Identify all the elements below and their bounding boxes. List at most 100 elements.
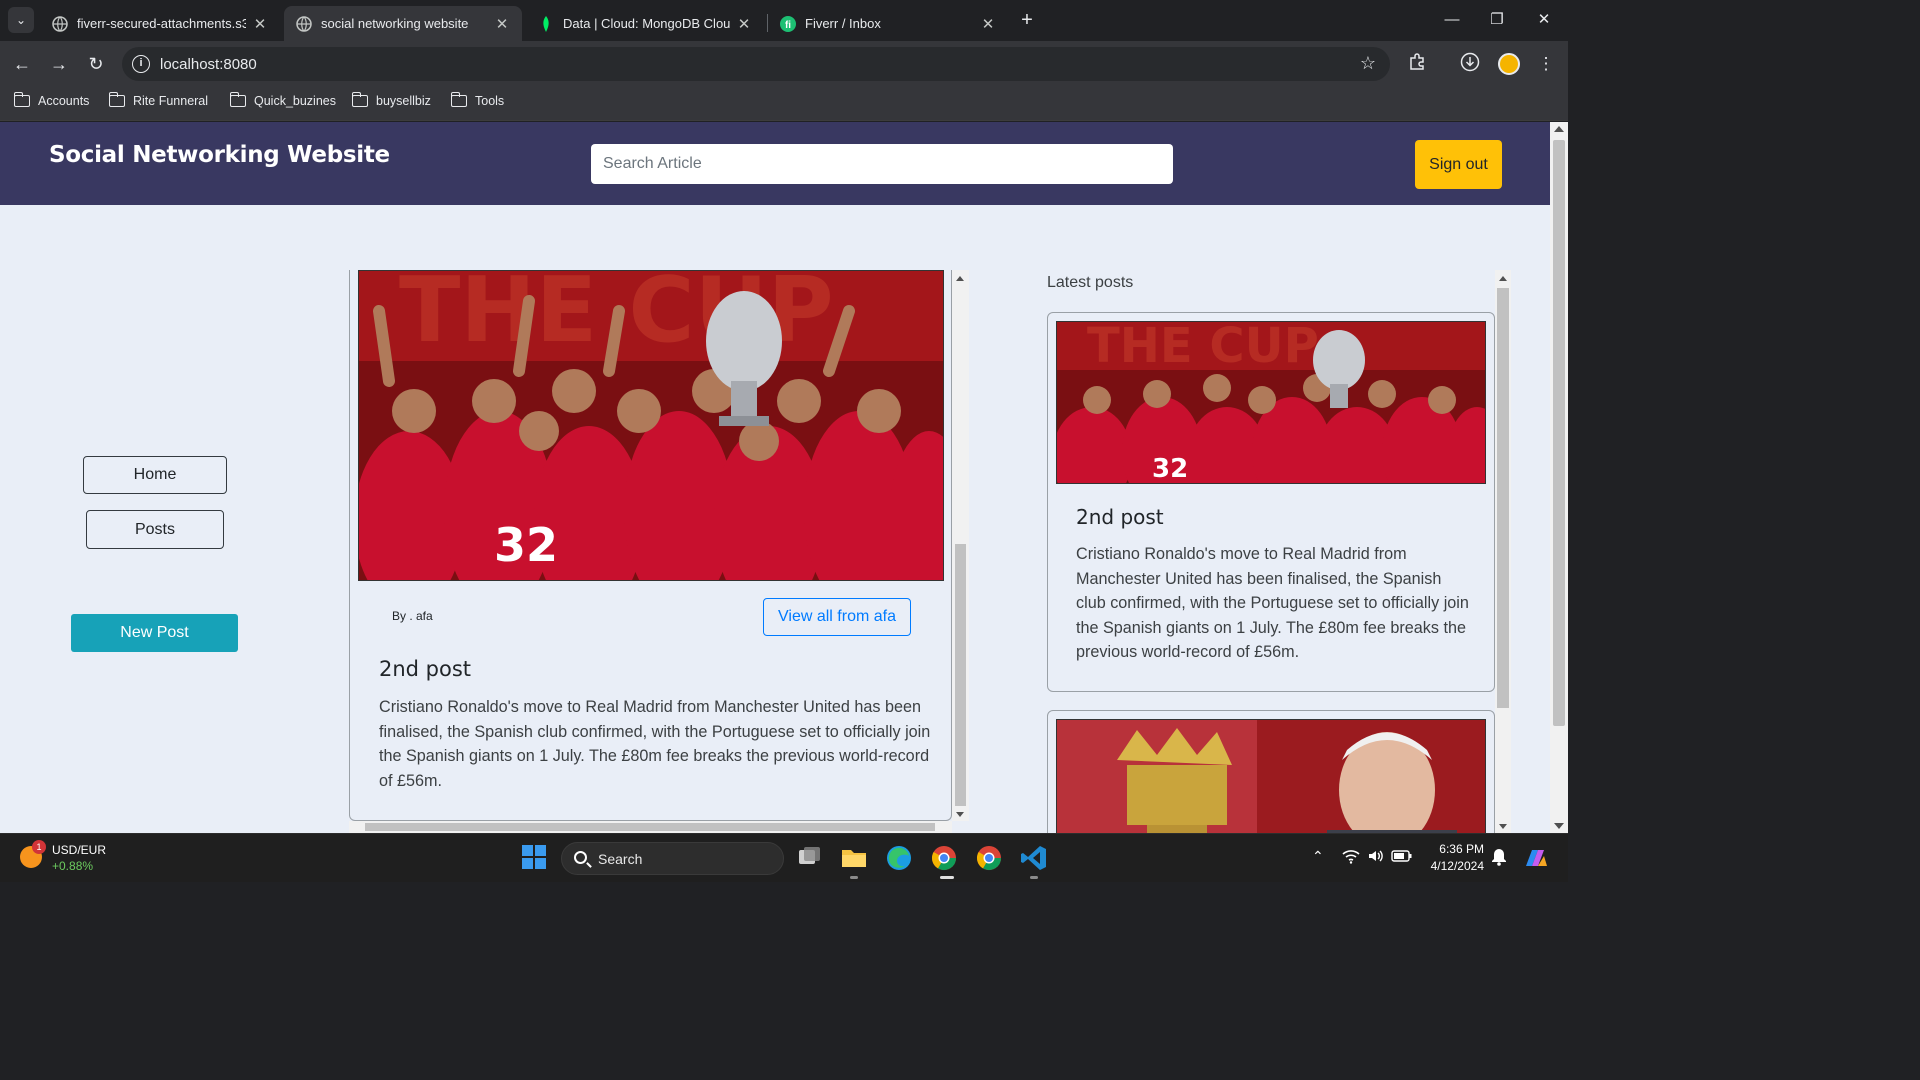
chevron-up-icon[interactable]: ⌃ [1312,848,1324,865]
taskbar-search-box[interactable]: Search [561,842,784,875]
minimize-icon[interactable]: — [1440,8,1464,32]
scroll-up-arrow-icon[interactable] [1554,126,1564,132]
posts-button[interactable]: Posts [86,510,224,549]
address-bar[interactable]: i localhost:8080 ☆ [122,47,1390,81]
restore-icon[interactable]: ❐ [1485,8,1509,32]
svg-text:32: 32 [1152,454,1188,484]
scrollbar-thumb[interactable] [1497,288,1509,708]
tab-fiverr-attachments[interactable]: fiverr-secured-attachments.s3. ✕ [40,6,280,41]
tab-mongodb-cloud[interactable]: Data | Cloud: MongoDB Cloud ✕ [526,6,764,41]
download-icon[interactable] [1458,52,1482,76]
extensions-puzzle-icon[interactable] [1405,52,1429,76]
scroll-up-arrow-icon[interactable] [956,276,964,281]
forward-arrow-icon[interactable]: → [46,51,72,77]
task-view-icon[interactable] [796,844,824,872]
folder-icon [351,92,368,107]
taskbar-search-label: Search [598,851,643,867]
windows-taskbar: 1 USD/EUR +0.88% Search ⌃ 6:36 PM 4/12/2… [0,833,1568,882]
page-viewport: Social Networking Website Sign out Home … [0,122,1568,833]
profile-avatar[interactable] [1498,53,1520,75]
fiverr-icon: fi [780,15,796,32]
folder-icon [229,92,246,107]
close-icon[interactable]: ✕ [980,15,996,33]
svg-text:THE CUP: THE CUP [1087,322,1319,374]
scrollbar-thumb[interactable] [1553,140,1565,726]
address-url[interactable]: localhost:8080 [160,56,257,73]
bookmark-star-icon[interactable]: ☆ [1360,53,1376,74]
bookmark-accounts[interactable]: Accounts [13,92,89,108]
latest-vertical-scrollbar[interactable] [1495,270,1511,833]
site-info-icon[interactable]: i [132,55,150,73]
bookmark-label: buysellbiz [376,94,431,108]
globe-icon [296,15,312,32]
battery-icon[interactable] [1391,848,1413,867]
close-icon[interactable]: ✕ [736,15,752,33]
copilot-icon[interactable] [1522,846,1548,873]
active-indicator [940,876,954,879]
post-image: THE CUP [358,270,944,581]
search-article-input[interactable] [591,144,1173,184]
running-indicator [850,876,858,879]
bookmark-label: Quick_buzines [254,94,336,108]
latest-post-card[interactable]: THE CUP 32 2nd post Cristiano Ronaldo's … [1047,312,1495,692]
chrome-icon[interactable] [930,844,958,872]
tab-social-networking[interactable]: social networking website ✕ [284,6,522,41]
close-icon[interactable]: ✕ [252,15,268,33]
close-icon[interactable]: ✕ [494,15,510,33]
latest-post-body: Cristiano Ronaldo's move to Real Madrid … [1076,545,1469,661]
scroll-down-arrow-icon[interactable] [1499,824,1507,829]
new-tab-plus-icon[interactable]: + [1016,9,1038,31]
tab-search-menu-button[interactable]: ⌄ [8,7,34,33]
view-all-from-author-button[interactable]: View all from afa [763,598,911,636]
search-icon [574,851,587,864]
vscode-icon[interactable] [1020,844,1048,872]
bookmark-tools[interactable]: Tools [450,92,504,108]
ticker-change: +0.88% [52,859,94,873]
svg-text:32: 32 [494,518,558,572]
post-byline: By . afa [392,609,433,623]
site-navbar: Social Networking Website Sign out [0,122,1550,205]
reload-icon[interactable]: ↻ [83,51,109,77]
new-post-button[interactable]: New Post [71,614,238,652]
clock-time[interactable]: 6:36 PM [1438,842,1484,856]
post-title: 2nd post [379,657,472,681]
folder-icon [108,92,125,107]
tab-title: Data | Cloud: MongoDB Cloud [563,16,730,31]
latest-posts-panel: Latest posts THE CUP 32 2nd post Cristia… [1047,270,1511,833]
back-arrow-icon[interactable]: ← [9,51,35,77]
folder-icon [13,92,30,107]
notification-bell-icon[interactable] [1491,848,1507,869]
latest-post-card[interactable] [1047,710,1495,833]
bookmark-rite-funneral[interactable]: Rite Funneral [108,92,208,108]
wifi-icon[interactable] [1342,848,1360,867]
scroll-down-arrow-icon[interactable] [956,812,964,817]
chrome-profile-icon[interactable] [975,844,1003,872]
window-close-icon[interactable]: ✕ [1532,8,1556,32]
scrollbar-thumb[interactable] [955,544,966,806]
bookmark-buysellbiz[interactable]: buysellbiz [351,92,431,108]
scroll-down-arrow-icon[interactable] [1554,823,1564,829]
windows-start-icon[interactable] [521,844,549,872]
sign-out-button[interactable]: Sign out [1415,140,1502,189]
ticker-name[interactable]: USD/EUR [52,843,106,857]
clock-date[interactable]: 4/12/2024 [1426,859,1484,873]
feed-horizontal-scrollbar[interactable] [349,821,952,833]
scroll-up-arrow-icon[interactable] [1499,276,1507,281]
tab-fiverr-inbox[interactable]: fi Fiverr / Inbox ✕ [768,6,1008,41]
post-card: THE CUP [349,270,952,821]
svg-text:fi: fi [785,20,791,31]
file-explorer-icon[interactable] [840,844,868,872]
latest-posts-heading: Latest posts [1047,274,1134,291]
page-vertical-scrollbar[interactable] [1550,122,1568,833]
home-button[interactable]: Home [83,456,227,494]
globe-icon [52,15,68,32]
bookmark-quick-buzines[interactable]: Quick_buzines [229,92,336,108]
site-brand[interactable]: Social Networking Website [49,142,390,168]
more-menu-icon[interactable]: ⋮ [1534,52,1558,76]
feed-vertical-scrollbar[interactable] [952,270,969,821]
edge-browser-icon[interactable] [885,844,913,872]
mongodb-leaf-icon [538,15,554,32]
latest-post-title: 2nd post [1076,505,1164,529]
volume-icon[interactable] [1367,848,1385,867]
scrollbar-thumb[interactable] [365,823,935,831]
